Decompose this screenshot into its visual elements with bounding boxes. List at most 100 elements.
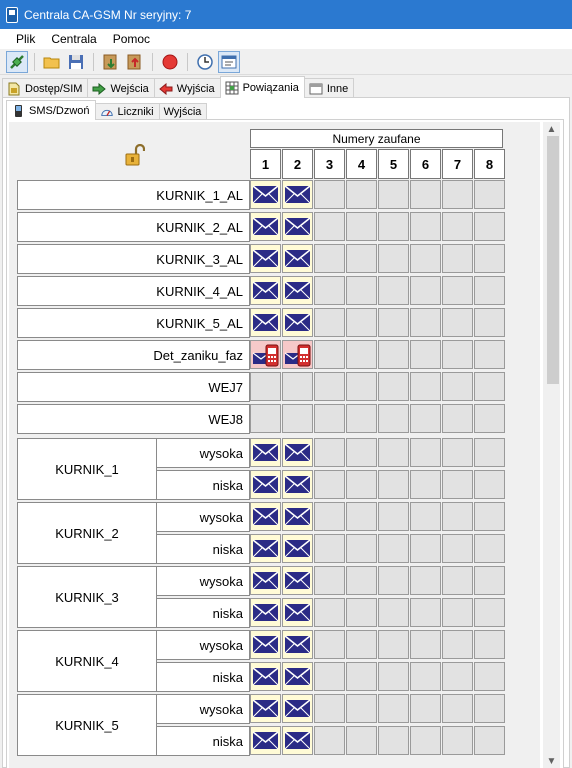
assignment-cell[interactable]	[442, 502, 473, 531]
read-from-device-button[interactable]	[100, 51, 122, 73]
assignment-cell[interactable]	[410, 694, 441, 723]
assignment-cell[interactable]	[314, 308, 345, 337]
assignment-cell[interactable]	[378, 630, 409, 659]
assignment-cell[interactable]	[442, 244, 473, 273]
assignment-cell[interactable]	[378, 244, 409, 273]
assignment-cell[interactable]	[282, 662, 313, 691]
assignment-cell[interactable]	[442, 534, 473, 563]
assignment-cell[interactable]	[442, 276, 473, 305]
assignment-cell[interactable]	[410, 502, 441, 531]
assignment-cell[interactable]	[282, 180, 313, 209]
assignment-cell[interactable]	[282, 694, 313, 723]
connect-button[interactable]	[6, 50, 28, 73]
assignment-cell[interactable]	[346, 726, 377, 755]
assignment-cell[interactable]	[314, 438, 345, 467]
assignment-cell[interactable]	[474, 212, 505, 241]
assignment-cell[interactable]	[378, 726, 409, 755]
assignment-cell[interactable]	[314, 404, 345, 433]
assignment-cell[interactable]	[442, 212, 473, 241]
assignment-cell[interactable]	[442, 566, 473, 595]
assignment-cell[interactable]	[474, 726, 505, 755]
assignment-cell[interactable]	[346, 212, 377, 241]
assignment-cell[interactable]	[410, 566, 441, 595]
assignment-cell[interactable]	[346, 598, 377, 627]
tab-wyjscia-sub[interactable]: Wyjścia	[158, 103, 208, 120]
assignment-cell[interactable]	[282, 566, 313, 595]
assignment-cell[interactable]	[314, 470, 345, 499]
assignment-cell[interactable]	[282, 372, 313, 401]
assignment-cell[interactable]	[250, 404, 281, 433]
assignment-cell[interactable]	[410, 534, 441, 563]
assignment-cell[interactable]	[346, 244, 377, 273]
assignment-cell[interactable]	[378, 438, 409, 467]
assignment-cell[interactable]	[410, 308, 441, 337]
assignment-cell[interactable]	[474, 372, 505, 401]
assignment-cell[interactable]	[314, 662, 345, 691]
assignment-cell[interactable]	[442, 372, 473, 401]
assignment-cell[interactable]	[378, 662, 409, 691]
assignment-cell[interactable]	[442, 404, 473, 433]
assignment-cell[interactable]	[442, 438, 473, 467]
assignment-cell[interactable]	[474, 180, 505, 209]
assignment-cell[interactable]	[378, 502, 409, 531]
assignment-cell[interactable]	[410, 244, 441, 273]
assignment-cell[interactable]	[346, 470, 377, 499]
assignment-cell[interactable]	[250, 438, 281, 467]
assignment-cell[interactable]	[474, 694, 505, 723]
menu-plik[interactable]: Plik	[8, 32, 43, 46]
tab-liczniki[interactable]: Liczniki	[94, 103, 160, 120]
assignment-cell[interactable]	[378, 340, 409, 369]
assignment-cell[interactable]	[346, 630, 377, 659]
assignment-cell[interactable]	[282, 726, 313, 755]
assignment-cell[interactable]	[282, 244, 313, 273]
assignment-cell[interactable]	[314, 598, 345, 627]
assignment-cell[interactable]	[314, 630, 345, 659]
assignment-cell[interactable]	[250, 372, 281, 401]
assignment-cell[interactable]	[282, 630, 313, 659]
lock-button[interactable]	[125, 143, 146, 166]
assignment-cell[interactable]	[314, 372, 345, 401]
tab-wyjscia[interactable]: Wyjścia	[153, 78, 221, 98]
assignment-cell[interactable]	[410, 438, 441, 467]
assignment-cell[interactable]	[250, 694, 281, 723]
assignment-cell[interactable]	[314, 244, 345, 273]
assignment-cell[interactable]	[410, 404, 441, 433]
assignment-cell[interactable]	[250, 598, 281, 627]
scrollbar-thumb[interactable]	[547, 136, 559, 384]
assignment-cell[interactable]	[410, 372, 441, 401]
assignment-cell[interactable]	[250, 276, 281, 305]
assignment-cell[interactable]	[250, 630, 281, 659]
assignment-cell[interactable]	[378, 276, 409, 305]
assignment-cell[interactable]	[314, 566, 345, 595]
assignment-cell[interactable]	[346, 308, 377, 337]
open-button[interactable]	[41, 51, 63, 73]
assignment-cell[interactable]	[378, 404, 409, 433]
tab-wejscia[interactable]: Wejścia	[87, 78, 155, 98]
assignment-cell[interactable]	[474, 502, 505, 531]
assignment-cell[interactable]	[474, 598, 505, 627]
assignment-cell[interactable]	[250, 470, 281, 499]
assignment-cell[interactable]	[314, 340, 345, 369]
assignment-cell[interactable]	[346, 438, 377, 467]
assignment-cell[interactable]	[410, 180, 441, 209]
assignment-cell[interactable]	[314, 694, 345, 723]
assignment-cell[interactable]	[282, 438, 313, 467]
assignment-cell[interactable]	[474, 340, 505, 369]
assignment-cell[interactable]	[250, 534, 281, 563]
assignment-cell[interactable]	[346, 180, 377, 209]
assignment-cell[interactable]	[474, 534, 505, 563]
assignment-cell[interactable]	[442, 662, 473, 691]
tab-powiazania[interactable]: Powiązania	[219, 76, 305, 98]
assignment-cell[interactable]	[282, 276, 313, 305]
assignment-cell[interactable]	[314, 212, 345, 241]
assignment-cell[interactable]	[474, 470, 505, 499]
assignment-cell[interactable]	[378, 308, 409, 337]
settings-window-button[interactable]	[218, 50, 240, 73]
assignment-cell[interactable]	[346, 662, 377, 691]
assignment-cell[interactable]	[346, 566, 377, 595]
assignment-cell[interactable]	[474, 438, 505, 467]
assignment-cell[interactable]	[474, 630, 505, 659]
scroll-up-arrow-icon[interactable]: ▲	[543, 122, 560, 136]
assignment-cell[interactable]	[250, 726, 281, 755]
assignment-cell[interactable]	[410, 276, 441, 305]
